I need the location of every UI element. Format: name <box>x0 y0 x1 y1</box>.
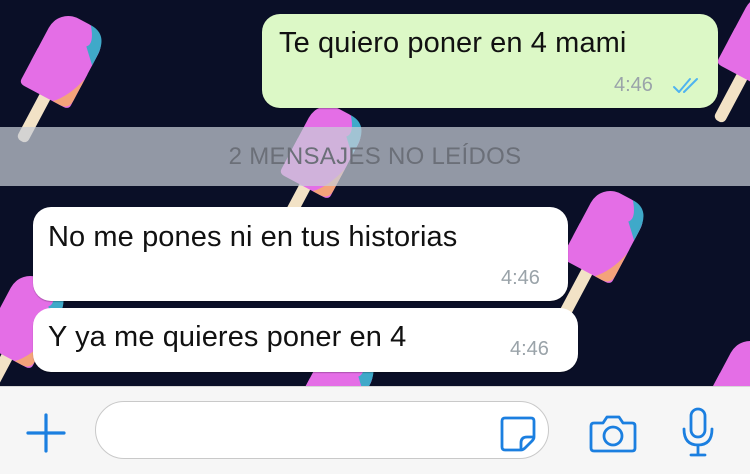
unread-messages-banner: 2 MENSAJES NO LEÍDOS <box>0 127 750 186</box>
microphone-icon[interactable] <box>678 407 718 459</box>
camera-icon[interactable] <box>589 411 637 455</box>
message-bubble-incoming[interactable]: Y ya me quieres poner en 4 4:46 <box>33 308 578 372</box>
message-bubble-outgoing[interactable]: Te quiero poner en 4 mami 4:46 <box>262 14 718 108</box>
message-bubble-incoming[interactable]: No me pones ni en tus historias 4:46 <box>33 207 568 301</box>
message-time: 4:46 <box>501 267 540 289</box>
read-double-check-icon <box>673 78 698 93</box>
message-text: Y ya me quieres poner en 4 <box>48 321 407 353</box>
message-input-bar <box>0 386 750 474</box>
sticker-icon[interactable] <box>499 415 537 453</box>
message-time: 4:46 <box>510 338 549 360</box>
message-text: No me pones ni en tus historias <box>48 221 458 253</box>
message-text: Te quiero poner en 4 mami <box>279 27 627 59</box>
message-input[interactable] <box>95 401 549 459</box>
unread-messages-text: 2 MENSAJES NO LEÍDOS <box>228 143 522 170</box>
plus-icon[interactable] <box>24 411 68 455</box>
chat-area: Te quiero poner en 4 mami 4:46 2 MENSAJE… <box>0 0 750 386</box>
message-time: 4:46 <box>614 74 653 96</box>
